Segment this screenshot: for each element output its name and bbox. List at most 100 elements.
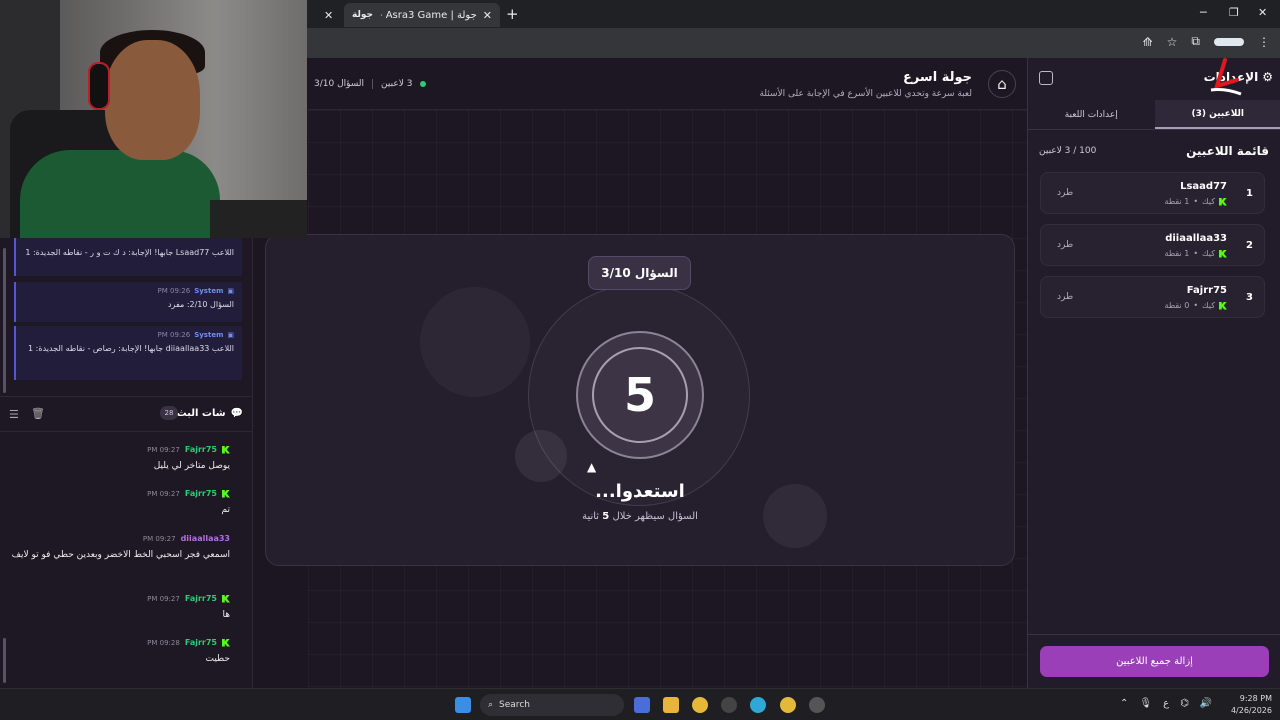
- player-platform: كيك: [1202, 301, 1215, 310]
- close-tab-icon[interactable]: ✕: [483, 9, 492, 22]
- chat-message-text: يوصل متاخر لي يليل: [153, 461, 230, 471]
- chat-username[interactable]: Fajrr75: [185, 489, 217, 498]
- system-message-text: السؤال 2/10: مفرد: [167, 300, 234, 309]
- meta-dot: •: [1193, 301, 1199, 310]
- tab-players[interactable]: اللاعبين (3): [1154, 100, 1280, 129]
- system-time: 09:26 PM: [157, 287, 191, 295]
- chat-message-header: Fajrr75 09:27 PM: [0, 594, 230, 603]
- chat-username[interactable]: diiaallaa33: [181, 534, 230, 543]
- system-sender: System: [194, 287, 224, 295]
- system-message-meta: ▣ System 09:26 PM: [24, 331, 234, 339]
- tray-chevron-icon[interactable]: ⌃: [1120, 698, 1128, 709]
- trash-icon[interactable]: 🗑: [31, 407, 45, 420]
- file-explorer-icon[interactable]: [663, 697, 679, 713]
- stream-chat-title-text: شات البث: [176, 408, 226, 419]
- ready-heading: استعدوا...: [595, 481, 685, 502]
- player-card: 2 diiaallaa33 كيك • 1 نقطة طرد: [1040, 224, 1265, 266]
- kick-player-button[interactable]: طرد: [1057, 240, 1073, 250]
- kick-platform-icon: [222, 445, 230, 454]
- chat-time: 09:27 PM: [147, 594, 180, 603]
- volume-icon[interactable]: 🔊: [1200, 698, 1212, 709]
- tab-favicon: جولة: [352, 10, 373, 20]
- decor-bubble: [420, 287, 530, 397]
- chat-time: 09:27 PM: [147, 445, 180, 454]
- player-points: 1 نقطة: [1164, 249, 1190, 258]
- player-rank: 1: [1246, 188, 1253, 199]
- players-online: 3 لاعبين: [381, 79, 413, 89]
- player-rank: 2: [1246, 240, 1253, 251]
- chrome-active-icon[interactable]: [780, 697, 796, 713]
- chat-message-header: Fajrr75 09:27 PM: [0, 445, 230, 454]
- mouse-cursor-icon: ▲: [587, 460, 597, 474]
- chat-message-header: Fajrr75 09:27 PM: [0, 489, 230, 498]
- player-card: 1 Lsaad77 كيك • 1 نقطة طرد: [1040, 172, 1265, 214]
- tab-game-settings[interactable]: إعدادات اللعبة: [1028, 100, 1155, 129]
- player-points: 1 نقطة: [1164, 197, 1190, 206]
- meta-dot: •: [1193, 249, 1199, 258]
- ime-indicator[interactable]: ع: [1163, 698, 1169, 709]
- remove-all-players-button[interactable]: إزالة جميع اللاعبين: [1040, 646, 1269, 677]
- windows-start-icon[interactable]: [455, 697, 471, 713]
- windows-taskbar: ⌕ Search ⌃ 🎙 ع ⌬ 🔊 9:28 PM 4/26/2026: [0, 688, 1280, 720]
- chat-message-header: diiaallaa33 09:27 PM: [0, 534, 230, 543]
- webcam-overlay: [0, 0, 307, 238]
- chat-scrollbar[interactable]: [3, 638, 6, 683]
- player-platform: كيك: [1202, 197, 1215, 206]
- store-icon[interactable]: [634, 697, 650, 713]
- system-badge-icon: ▣: [227, 331, 234, 339]
- align-icon[interactable]: ☰: [9, 408, 19, 421]
- system-time: 09:26 PM: [157, 331, 191, 339]
- kick-player-button[interactable]: طرد: [1057, 188, 1073, 198]
- player-rank: 3: [1246, 292, 1253, 303]
- extensions-icon[interactable]: ⧉: [1191, 34, 1200, 49]
- obs-icon[interactable]: [809, 697, 825, 713]
- chat-time: 09:28 PM: [147, 638, 180, 647]
- window-close-icon[interactable]: ✕: [1258, 6, 1267, 19]
- webcam-person-face: [105, 40, 200, 160]
- chat-message: Fajrr75 09:27 PM يوصل متاخر لي يليل: [0, 445, 245, 474]
- chat-count-badge: 28: [160, 406, 178, 420]
- browser-tab-inactive[interactable]: ✕: [310, 3, 344, 27]
- close-tab-icon[interactable]: ✕: [324, 9, 333, 22]
- player-name: diiaallaa33: [1165, 233, 1227, 244]
- question-progress: السؤال 3/10: [314, 79, 365, 89]
- bookmark-star-icon[interactable]: ☆: [1167, 35, 1178, 49]
- edge-icon[interactable]: [750, 697, 766, 713]
- microphone-icon[interactable]: 🎙: [1139, 698, 1152, 709]
- chat-username[interactable]: Fajrr75: [185, 638, 217, 647]
- new-tab-button[interactable]: +: [506, 5, 519, 23]
- game-title: جولة اسرع: [902, 70, 972, 85]
- chat-username[interactable]: Fajrr75: [185, 445, 217, 454]
- clock[interactable]: 9:28 PM 4/26/2026: [1231, 693, 1272, 717]
- taskbar-search-label: Search: [499, 700, 530, 710]
- collapse-panel-icon[interactable]: [1039, 71, 1053, 85]
- player-points: 0 نقطة: [1164, 301, 1190, 310]
- settings-header: ⚙ الإعدادات: [1028, 58, 1280, 100]
- decor-bubble: [763, 484, 827, 548]
- app-icon[interactable]: [721, 697, 737, 713]
- webcam-person-shirt: [20, 150, 220, 238]
- kick-player-button[interactable]: طرد: [1057, 292, 1073, 302]
- profile-avatar[interactable]: [1214, 37, 1244, 46]
- home-button[interactable]: ⌂: [988, 70, 1016, 98]
- network-icon[interactable]: ⌬: [1180, 698, 1189, 709]
- kick-platform-icon: [222, 638, 230, 647]
- maximize-icon[interactable]: ❐: [1229, 6, 1239, 19]
- clock-date: 4/26/2026: [1230, 706, 1272, 715]
- minimize-icon[interactable]: ─: [1200, 6, 1207, 19]
- chrome-icon[interactable]: [692, 697, 708, 713]
- countdown-number: 5: [592, 347, 688, 443]
- browser-tab-active[interactable]: جولة جولة | Asra3 Game - جولة اسرع ✕: [344, 3, 500, 27]
- ready-sub-seconds: 5: [602, 511, 610, 522]
- kick-platform-icon: [1219, 249, 1227, 258]
- browser-menu-icon[interactable]: ⋮: [1258, 35, 1270, 49]
- online-dot-icon: [420, 81, 427, 87]
- chat-message-text: اسمعي فجر اسحبي الخط الاخضر وبعدين حطي ف…: [11, 550, 230, 560]
- taskbar-search[interactable]: ⌕ Search: [480, 694, 624, 716]
- red-logo-mark-icon: [1210, 58, 1242, 96]
- kick-platform-icon: [1219, 197, 1227, 206]
- translate-icon[interactable]: ⟰: [1143, 35, 1153, 49]
- ready-sub-prefix: السؤال سيظهر خلال: [612, 511, 698, 522]
- log-scrollbar[interactable]: [3, 248, 6, 393]
- chat-username[interactable]: Fajrr75: [185, 594, 217, 603]
